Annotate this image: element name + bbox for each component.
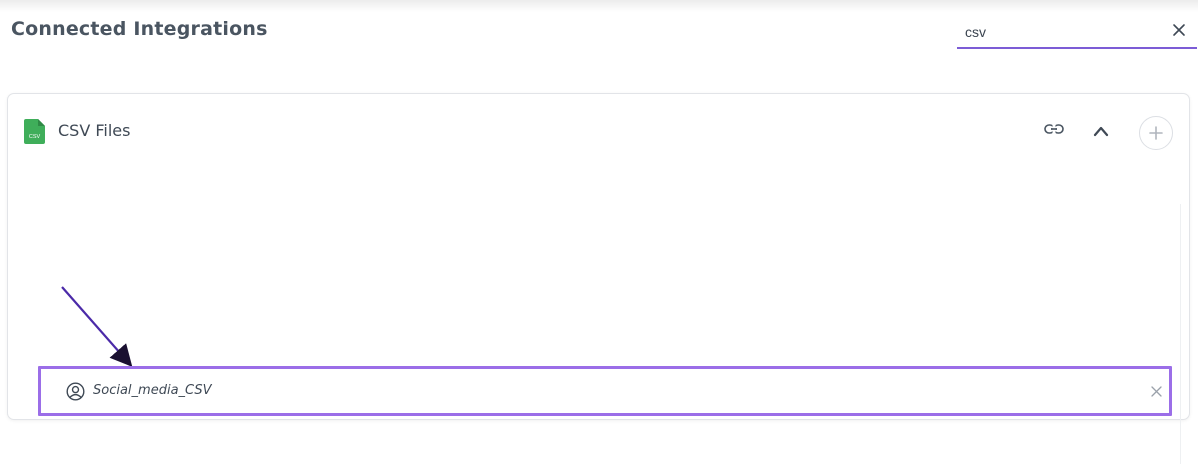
link-icon[interactable] [1044, 122, 1064, 136]
csv-icon-text: CSV [29, 134, 41, 140]
close-icon[interactable] [1150, 385, 1163, 398]
annotation-arrow [61, 286, 133, 367]
card-title: CSV Files [58, 121, 131, 140]
plus-icon [1149, 126, 1163, 140]
list-item[interactable]: Social_media_CSV [38, 366, 1172, 416]
page-title: Connected Integrations [11, 18, 268, 40]
scroll-rail [1180, 204, 1181, 464]
list-item-label: Social_media_CSV [93, 383, 212, 398]
chevron-up-icon[interactable] [1093, 124, 1109, 137]
add-button[interactable] [1139, 116, 1173, 150]
top-shadow [0, 0, 1198, 12]
search-input[interactable] [965, 21, 1165, 43]
user-circle-icon [66, 382, 85, 401]
search-box[interactable] [957, 18, 1197, 49]
csv-file-icon: CSV [24, 119, 45, 144]
close-icon[interactable] [1171, 22, 1187, 38]
